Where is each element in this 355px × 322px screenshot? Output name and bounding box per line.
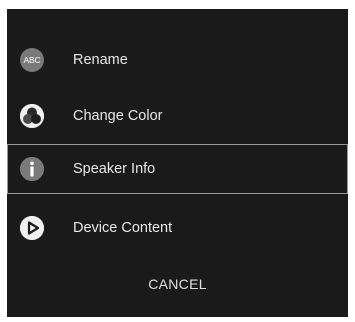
menu-item-change-color[interactable]: Change Color [7,91,348,141]
speaker-options-menu: ABC Rename Change Color Speaker Info Dev… [7,9,348,317]
menu-item-label: Change Color [73,108,163,124]
cancel-button[interactable]: CANCEL [7,271,348,297]
info-icon [20,157,44,181]
play-icon [20,216,44,240]
color-palette-icon [20,104,44,128]
menu-item-device-content[interactable]: Device Content [7,203,348,253]
menu-item-label: Device Content [73,220,173,236]
menu-item-label: Rename [73,52,128,68]
menu-item-label: Speaker Info [73,161,156,177]
menu-item-rename[interactable]: ABC Rename [7,35,348,85]
abc-icon: ABC [20,48,44,72]
menu-item-speaker-info[interactable]: Speaker Info [7,144,348,194]
abc-icon-text: ABC [23,55,41,65]
